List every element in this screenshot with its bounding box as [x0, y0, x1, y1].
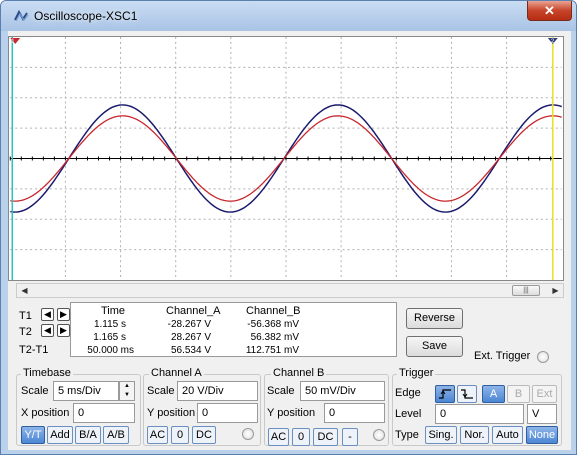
trigger-level-unit[interactable]: V	[527, 404, 557, 424]
header-channel-a: Channel_A	[166, 305, 221, 317]
trigger-auto-button[interactable]: Auto	[492, 426, 523, 444]
oscilloscope-window: Oscilloscope-XSC1 ✕ 1 2 ◀ ||| ▶ T1 ◀ ▶ T…	[0, 0, 577, 455]
save-button[interactable]: Save	[406, 336, 463, 357]
channel-b-zero-button[interactable]: 0	[292, 428, 310, 446]
channel-b-ypos-label: Y position	[267, 407, 316, 419]
channel-a-zero-button[interactable]: 0	[171, 426, 189, 444]
channel-a-title: Channel A	[149, 367, 204, 379]
mode-ab-button[interactable]: A/B	[103, 426, 129, 444]
ext-trigger-radio[interactable]	[537, 351, 549, 363]
trigger-type-label: Type	[395, 429, 419, 441]
trigger-source-ext-button[interactable]: Ext	[532, 385, 557, 403]
mode-ba-button[interactable]: B/A	[75, 426, 101, 444]
trigger-level-input[interactable]: 0	[435, 404, 524, 424]
t1-left-arrow-icon[interactable]: ◀	[41, 308, 54, 321]
t2-right-arrow-icon[interactable]: ▶	[57, 324, 70, 337]
close-button[interactable]: ✕	[527, 1, 572, 21]
horizontal-scrollbar[interactable]: ◀ ||| ▶	[16, 283, 564, 298]
trigger-source-b-button[interactable]: B	[507, 385, 530, 403]
t2-channel-b: 56.382 mV	[250, 332, 299, 343]
title-bar[interactable]: Oscilloscope-XSC1 ✕	[1, 1, 576, 31]
scroll-right-icon[interactable]: ▶	[549, 285, 562, 296]
t1-label: T1	[19, 310, 32, 322]
trigger-level-label: Level	[395, 408, 422, 420]
delta-channel-b: 112.751 mV	[245, 345, 299, 356]
scope-grid	[9, 37, 562, 280]
rising-edge-icon[interactable]	[435, 385, 455, 403]
timebase-scale-label: Scale	[21, 385, 49, 397]
trigger-none-button[interactable]: None	[526, 426, 558, 444]
mode-add-button[interactable]: Add	[47, 426, 73, 444]
t2-time: 1.165 s	[93, 332, 126, 343]
channel-a-ypos-input[interactable]: 0	[197, 403, 258, 423]
svg-text:2: 2	[551, 39, 554, 45]
channel-b-title: Channel B	[271, 367, 327, 379]
t2-left-arrow-icon[interactable]: ◀	[41, 324, 54, 337]
timebase-title: Timebase	[21, 367, 73, 379]
t2-t1-label: T2-T1	[19, 344, 49, 356]
trigger-source-a-button[interactable]: A	[482, 385, 505, 403]
channel-b-invert-button[interactable]: -	[342, 428, 358, 446]
scope-display[interactable]: 1 2	[8, 36, 564, 281]
scroll-left-icon[interactable]: ◀	[18, 285, 31, 296]
delta-time: 50.000 ms	[87, 345, 134, 356]
mode-yt-button[interactable]: Y/T	[21, 426, 45, 444]
timebase-scale-spinner[interactable]: ▲ ▼	[119, 381, 135, 401]
channel-b-scale-label: Scale	[267, 385, 295, 397]
trigger-edge-label: Edge	[395, 387, 421, 399]
timebase-scale-input[interactable]: 5 ms/Div	[53, 381, 119, 401]
t1-right-arrow-icon[interactable]: ▶	[57, 308, 70, 321]
channel-a-scale-label: Scale	[147, 385, 175, 397]
delta-channel-a: 56.534 V	[170, 345, 211, 356]
channel-b-ypos-input[interactable]: 0	[324, 403, 385, 423]
t2-label: T2	[19, 326, 32, 338]
oscilloscope-icon	[14, 10, 29, 22]
channel-b-ac-button[interactable]: AC	[268, 428, 289, 446]
trigger-title: Trigger	[397, 367, 436, 379]
t2-channel-a: 28.267 V	[170, 332, 211, 343]
ext-trigger-label: Ext. Trigger	[474, 350, 531, 362]
reverse-button[interactable]: Reverse	[406, 308, 463, 329]
channel-b-color-radio[interactable]	[373, 429, 385, 441]
channel-a-dc-button[interactable]: DC	[192, 426, 216, 444]
scroll-thumb[interactable]: |||	[512, 285, 540, 296]
channel-a-scale-input[interactable]: 20 V/Div	[177, 381, 258, 401]
channel-b-scale-input[interactable]: 50 mV/Div	[300, 381, 385, 401]
channel-a-ypos-label: Y position	[147, 407, 196, 419]
t1-time: 1.115 s	[93, 319, 126, 330]
t1-channel-b: -56.368 mV	[247, 319, 299, 330]
window-title: Oscilloscope-XSC1	[34, 9, 138, 23]
header-channel-b: Channel_B	[246, 305, 301, 317]
falling-edge-icon[interactable]	[457, 385, 477, 403]
timebase-xpos-input[interactable]: 0	[73, 403, 135, 423]
timebase-xpos-label: X position	[21, 407, 70, 419]
trigger-single-button[interactable]: Sing.	[425, 426, 457, 444]
channel-a-color-radio[interactable]	[242, 428, 254, 440]
channel-b-dc-button[interactable]: DC	[313, 428, 338, 446]
t1-channel-a: -28.267 V	[167, 319, 211, 330]
header-time: Time	[101, 305, 126, 317]
cursor-readout-table: Time Channel_A Channel_B 1.115 s -28.267…	[70, 302, 397, 357]
trigger-normal-button[interactable]: Nor.	[460, 426, 489, 444]
channel-a-ac-button[interactable]: AC	[147, 426, 168, 444]
